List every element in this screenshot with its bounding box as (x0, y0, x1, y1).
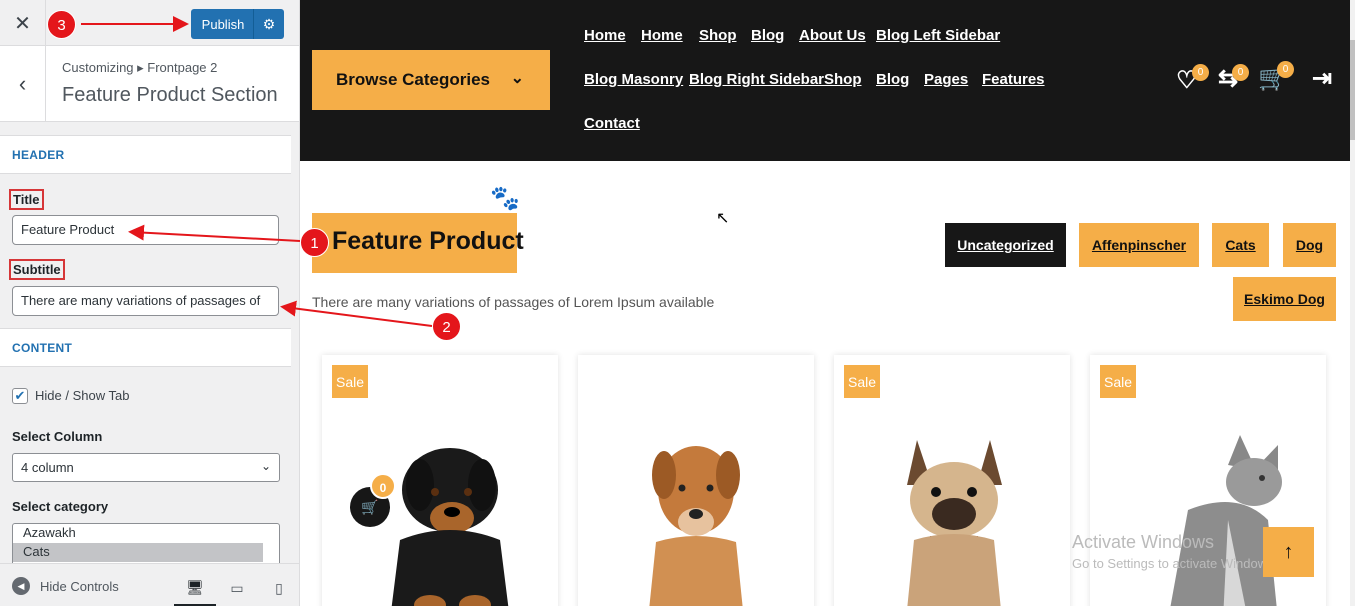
annotation-marker-2: 2 (432, 312, 461, 341)
annotation-marker-1: 1 (300, 228, 329, 257)
annotation-arrows (81, 16, 433, 327)
annotation-marker-3: 3 (47, 10, 76, 39)
